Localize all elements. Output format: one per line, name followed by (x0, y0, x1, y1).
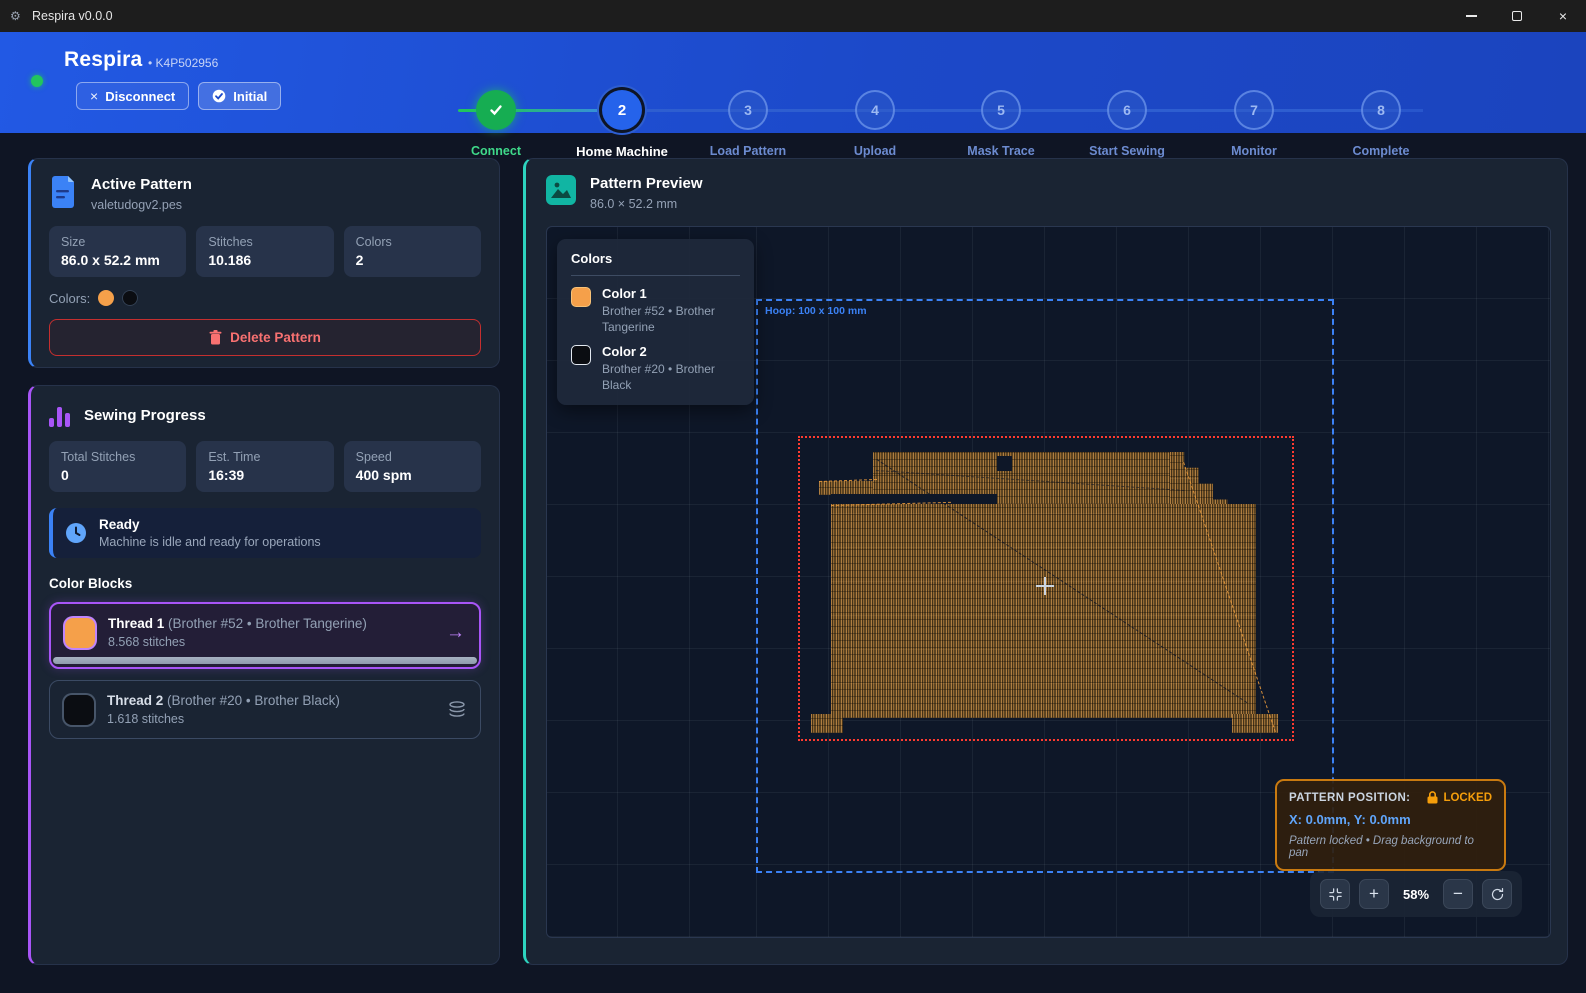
step-start-sewing: 6 Start Sewing (1064, 90, 1190, 158)
wizard-stepper: Connect 2 Home Machine 3 Load Pattern 4 … (0, 32, 1586, 133)
compress-icon (1328, 887, 1343, 902)
pattern-preview-card: Pattern Preview 86.0 × 52.2 mm Hoop: 100… (523, 158, 1568, 965)
lock-icon (1427, 791, 1438, 804)
status-title: Ready (99, 517, 321, 532)
color-blocks-label: Color Blocks (49, 576, 481, 591)
maximize-button[interactable] (1494, 0, 1540, 32)
arrow-right-icon: → (446, 622, 465, 644)
zoom-toolbar: + 58% − (1310, 871, 1522, 917)
refresh-icon (1490, 887, 1505, 902)
status-description: Machine is idle and ready for operations (99, 535, 321, 549)
pan-hint: Pattern locked • Drag background to pan (1289, 835, 1492, 859)
zoom-in-button[interactable]: + (1359, 879, 1389, 909)
clock-icon (65, 522, 87, 544)
delete-pattern-button[interactable]: Delete Pattern (49, 319, 481, 356)
pattern-dimensions: 86.0 × 52.2 mm (590, 197, 703, 211)
pattern-preview-title: Pattern Preview (590, 175, 703, 192)
color2-swatch (571, 345, 591, 365)
check-icon (487, 101, 505, 119)
trash-icon (209, 330, 222, 345)
stat-total-stitches: Total Stitches 0 (49, 441, 186, 492)
pattern-coordinates: X: 0.0mm, Y: 0.0mm (1289, 812, 1492, 827)
thread-row-1[interactable]: Thread 1 (Brother #52 • Brother Tangerin… (49, 602, 481, 669)
hoop-label: Hoop: 100 x 100 mm (765, 305, 867, 317)
document-icon (49, 176, 77, 208)
zoom-out-button[interactable]: − (1443, 879, 1473, 909)
app-icon: ⚙ (10, 9, 24, 23)
pattern-filename: valetudogv2.pes (91, 198, 192, 212)
sewing-progress-title: Sewing Progress (84, 407, 206, 424)
step-upload: 4 Upload (812, 90, 938, 158)
preview-canvas[interactable]: Hoop: 100 x 100 mm Colors (546, 226, 1551, 938)
sewing-progress-card: Sewing Progress Total Stitches 0 Est. Ti… (28, 385, 500, 965)
step-complete: 8 Complete (1318, 90, 1444, 158)
close-button[interactable]: × (1540, 0, 1586, 32)
thread1-progress-bar (53, 657, 477, 664)
legend-title: Colors (571, 251, 740, 266)
stat-size: Size 86.0 x 52.2 mm (49, 226, 186, 277)
pattern-position-overlay: PATTERN POSITION: LOCKED X: 0.0mm, Y: 0.… (1275, 779, 1506, 871)
titlebar: ⚙ Respira v0.0.0 × (0, 0, 1586, 32)
active-pattern-card: Active Pattern valetudogv2.pes Size 86.0… (28, 158, 500, 368)
zoom-level: 58% (1398, 887, 1434, 902)
stat-est-time: Est. Time 16:39 (196, 441, 333, 492)
stat-colors: Colors 2 (344, 226, 481, 277)
thread1-swatch (65, 618, 95, 648)
center-crosshair (1036, 585, 1054, 587)
window-title: Respira v0.0.0 (32, 9, 113, 23)
layers-icon (448, 701, 466, 718)
pattern-position-label: PATTERN POSITION: (1289, 792, 1410, 804)
locked-badge: LOCKED (1443, 792, 1492, 804)
thread2-swatch (64, 695, 94, 725)
fit-to-screen-button[interactable] (1320, 879, 1350, 909)
active-pattern-title: Active Pattern (91, 176, 192, 193)
step-home-machine: 2 Home Machine (559, 90, 685, 159)
step-mask-trace: 5 Mask Trace (938, 90, 1064, 158)
color-swatch-orange (98, 290, 114, 306)
machine-status-banner: Ready Machine is idle and ready for oper… (49, 508, 481, 558)
stat-speed: Speed 400 spm (344, 441, 481, 492)
legend-item-color2: Color 2 Brother #20 • Brother Black (571, 344, 740, 393)
stat-stitches: Stitches 10.186 (196, 226, 333, 277)
step-monitor: 7 Monitor (1191, 90, 1317, 158)
bar-chart-icon (49, 405, 70, 427)
image-icon (546, 175, 576, 205)
colors-legend: Colors Color 1 Brother #52 • Brother Tan… (557, 239, 754, 405)
color-swatch-black (122, 290, 138, 306)
minimize-button[interactable] (1448, 0, 1494, 32)
colors-label: Colors: (49, 291, 90, 306)
legend-item-color1: Color 1 Brother #52 • Brother Tangerine (571, 286, 740, 335)
reset-view-button[interactable] (1482, 879, 1512, 909)
step-connect: Connect (433, 90, 559, 158)
color1-swatch (571, 287, 591, 307)
thread-row-2[interactable]: Thread 2 (Brother #20 • Brother Black) 1… (49, 680, 481, 739)
step-load-pattern: 3 Load Pattern (685, 90, 811, 158)
